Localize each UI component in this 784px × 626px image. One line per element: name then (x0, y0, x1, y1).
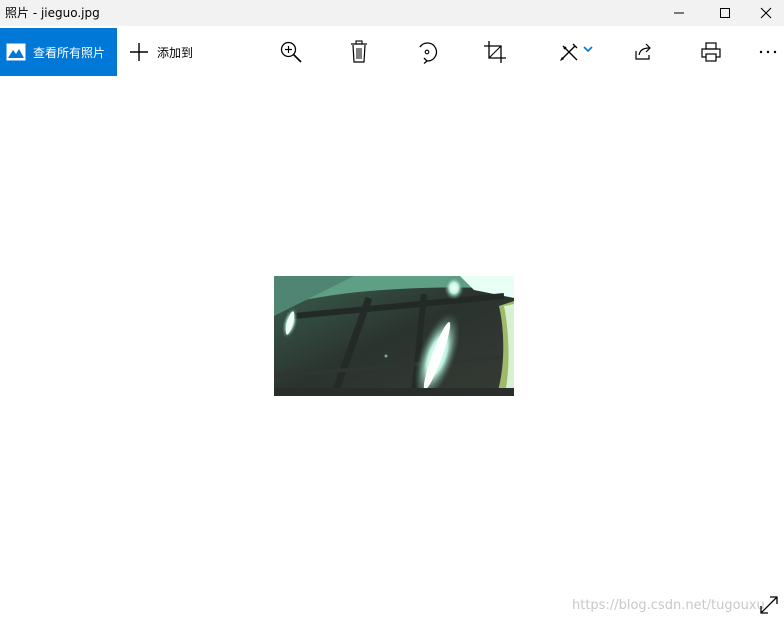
photo-gallery-icon (6, 43, 26, 61)
print-button[interactable] (695, 38, 727, 66)
displayed-photo (274, 276, 514, 396)
close-icon (760, 7, 772, 19)
view-all-photos-label: 查看所有照片 (33, 45, 106, 60)
expand-icon (760, 596, 778, 614)
zoom-button[interactable] (275, 38, 307, 66)
close-button[interactable] (748, 0, 784, 26)
add-to-button[interactable]: 添加到 (124, 28, 193, 76)
maximize-button[interactable] (702, 0, 748, 26)
add-to-label: 添加到 (157, 45, 194, 60)
fullscreen-button[interactable] (758, 594, 780, 616)
rotate-icon (419, 42, 438, 64)
watermark-text: https://blog.csdn.net/tugouxu (572, 598, 765, 613)
trash-icon (351, 40, 367, 63)
share-button[interactable] (627, 38, 659, 66)
chevron-down-icon (583, 46, 593, 53)
zoom-in-icon (280, 41, 302, 63)
crop-button[interactable] (479, 38, 511, 66)
edit-create-button[interactable] (552, 38, 598, 66)
view-all-photos-button[interactable]: 查看所有照片 (0, 28, 117, 76)
title-bar: 照片 - jieguo.jpg (0, 0, 784, 26)
rotate-button[interactable] (411, 38, 443, 66)
plus-icon (130, 43, 148, 61)
minimize-button[interactable] (656, 0, 702, 26)
minimize-icon (674, 12, 684, 14)
toolbar: 查看所有照片 添加到 (0, 26, 784, 76)
crop-icon (484, 41, 506, 63)
maximize-icon (720, 8, 730, 18)
photos-app-window: 照片 - jieguo.jpg 查看所有照片 添加到 https://blog.… (0, 0, 784, 626)
window-title: 照片 - jieguo.jpg (5, 6, 100, 20)
photo-image (274, 276, 514, 396)
more-icon (759, 50, 777, 54)
edit-icon (560, 43, 578, 61)
more-options-button[interactable] (752, 38, 784, 66)
print-icon (701, 42, 721, 62)
delete-button[interactable] (343, 38, 375, 66)
share-icon (635, 43, 651, 60)
